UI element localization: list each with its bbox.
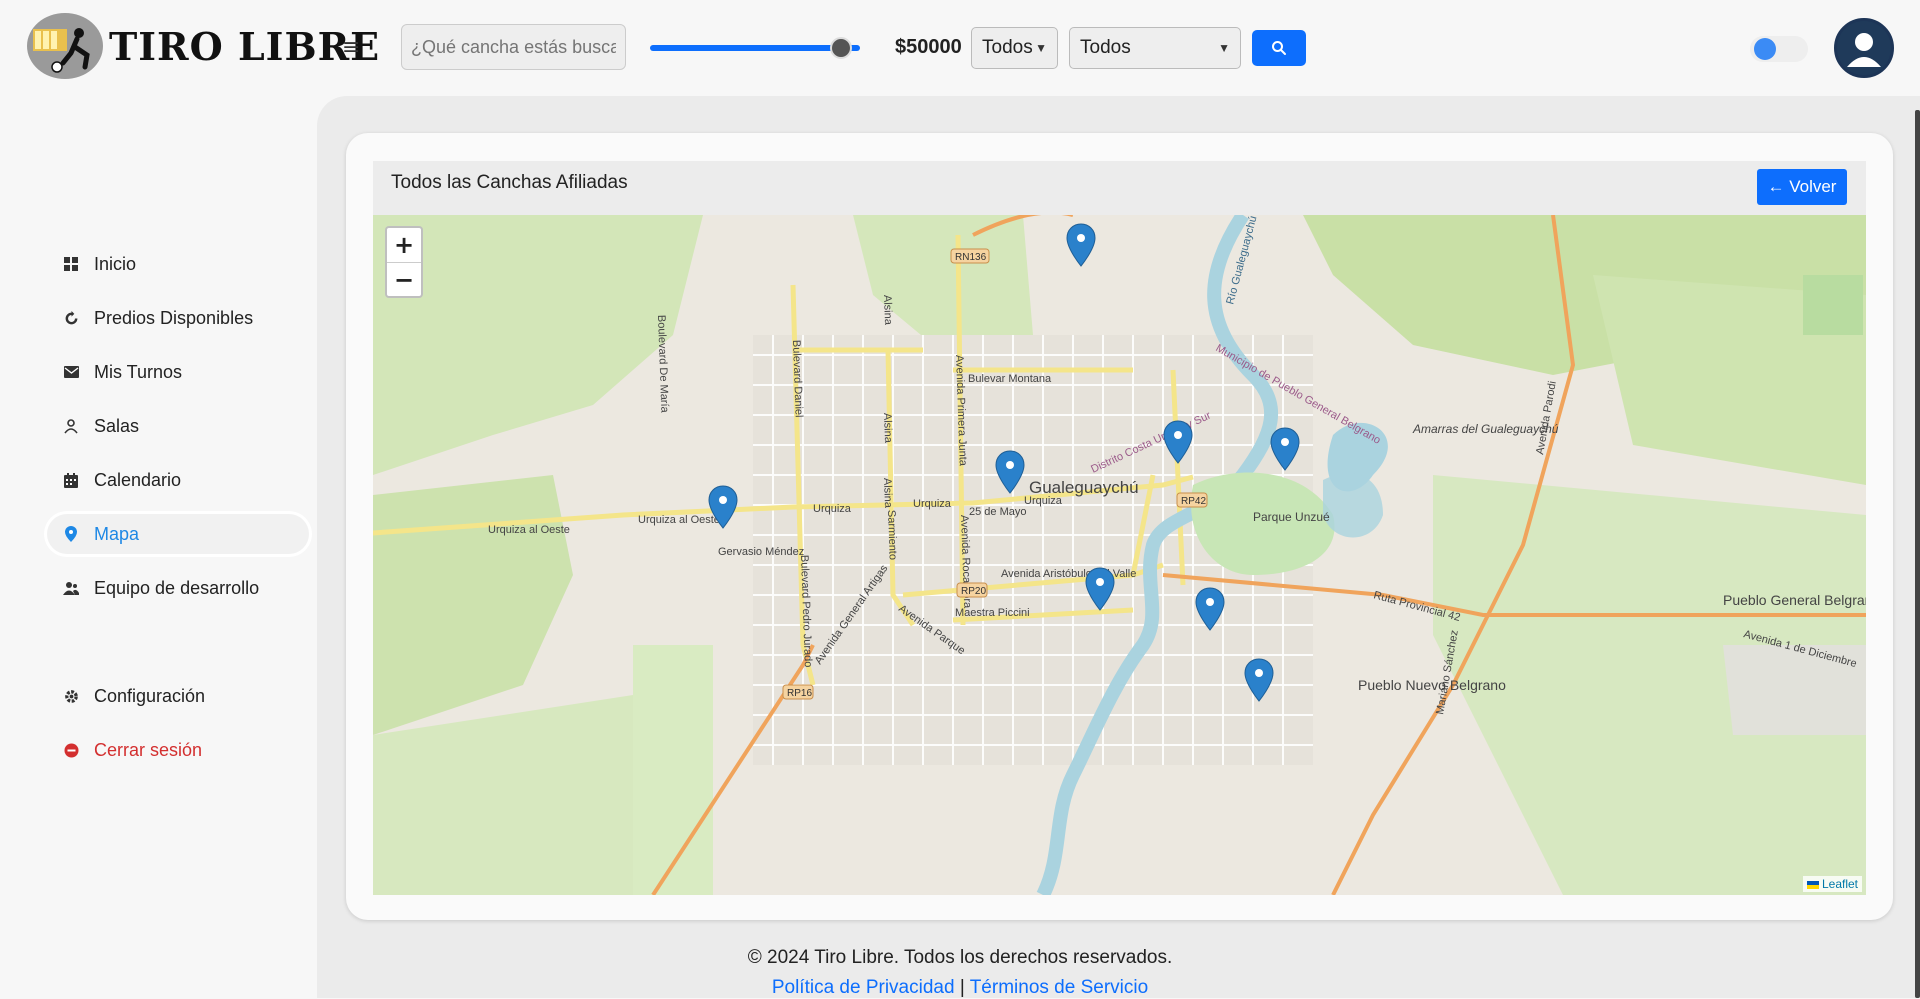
map-label-urquiza-oeste: Urquiza al Oeste — [488, 524, 570, 536]
filter-select-1-value: Todos — [982, 37, 1033, 58]
calendar-icon — [62, 471, 80, 489]
filter-select-2-value: Todos — [1080, 37, 1131, 58]
map-label-alsina: Alsina — [881, 295, 894, 326]
page-scrollbar[interactable] — [1915, 110, 1920, 998]
map-label-maestra-piccini: Maestra Piccini — [955, 607, 1030, 619]
map-label-urquiza-2: Urquiza — [913, 498, 952, 510]
map-shield-rn136: RN136 — [955, 252, 987, 263]
map-marker-icon[interactable] — [1163, 420, 1193, 464]
map-label-alsina-3: Alsina — [881, 478, 894, 509]
price-value: $50000 — [895, 36, 962, 58]
map-label-urquiza: Urquiza — [813, 503, 852, 515]
sidebar-item-label: Mapa — [94, 523, 140, 544]
sidebar-item-label: Salas — [94, 415, 140, 436]
map-label-parque-unzue: Parque Unzué — [1253, 510, 1330, 524]
sidebar-item-logout[interactable]: Cerrar sesión — [44, 727, 312, 773]
sidebar-item-inicio[interactable]: Inicio — [44, 241, 312, 287]
toggle-knob — [1754, 38, 1776, 60]
search-icon — [1272, 41, 1286, 55]
map-marker-icon[interactable] — [1195, 587, 1225, 631]
sidebar-item-label: Mis Turnos — [94, 361, 183, 382]
search-button[interactable] — [1252, 30, 1306, 66]
footer-links: Política de Privacidad | Términos de Ser… — [0, 977, 1920, 999]
map-label-pueblo-general-belgrano: Pueblo General Belgrano — [1723, 592, 1866, 608]
sidebar-item-label: Configuración — [94, 685, 206, 706]
user-avatar[interactable] — [1834, 18, 1894, 78]
logout-icon — [62, 741, 80, 759]
hamburger-menu-icon[interactable]: ≡ — [342, 35, 360, 60]
map-marker-icon[interactable] — [1085, 567, 1115, 611]
logo-emblem — [27, 13, 103, 79]
brand-name: TIRO LIBRE — [109, 23, 381, 69]
map-label-alsina-2: Alsina — [881, 413, 894, 444]
sidebar-item-configuracion[interactable]: Configuración — [44, 673, 312, 719]
sidebar-item-salas[interactable]: Salas — [44, 403, 312, 449]
price-range-slider[interactable] — [650, 37, 860, 59]
map-marker-icon[interactable] — [708, 485, 738, 529]
slider-track — [650, 45, 860, 51]
map-label-bulevar-montana: Bulevar Montana — [968, 373, 1052, 385]
map-label-25-de-mayo: 25 de Mayo — [969, 506, 1026, 518]
map-tiles: Gualeguaychú Bulevar Montana Urquiza al … — [373, 215, 1866, 895]
map-shield-rp42: RP42 — [1181, 496, 1206, 507]
grid-icon — [62, 255, 80, 273]
slider-thumb[interactable] — [830, 37, 853, 59]
brand-logo[interactable]: TIRO LIBRE — [27, 13, 380, 79]
filter-select-2[interactable]: Todos ▼ — [1069, 27, 1241, 69]
filter-select-1[interactable]: Todos ▼ — [971, 27, 1058, 69]
map-attribution[interactable]: Leaflet — [1802, 876, 1862, 892]
map-marker-icon[interactable] — [995, 450, 1025, 494]
terms-link[interactable]: Términos de Servicio — [970, 977, 1148, 998]
map-marker-icon[interactable] — [1244, 658, 1274, 702]
flag-icon — [1806, 880, 1819, 889]
zoom-control: + − — [385, 226, 423, 298]
back-button[interactable]: ← Volver — [1757, 169, 1847, 205]
map-label-sarmiento: Sarmiento — [885, 510, 899, 561]
footer-copyright: © 2024 Tiro Libre. Todos los derechos re… — [747, 947, 1173, 968]
city-map[interactable]: Gualeguaychú Bulevar Montana Urquiza al … — [373, 215, 1866, 895]
attribution-link[interactable]: Leaflet — [1822, 877, 1858, 891]
footer-separator: | — [959, 977, 965, 998]
map-label-gervasio: Gervasio Méndez — [718, 546, 804, 558]
card-title: Todos las Canchas Afiliadas — [391, 172, 628, 193]
chevron-down-icon: ▼ — [1035, 41, 1047, 55]
sidebar-item-calendario[interactable]: Calendario — [44, 457, 312, 503]
team-icon — [62, 579, 80, 597]
top-navbar: TIRO LIBRE ≡ $50000 Todos ▼ Todos ▼ — [0, 0, 1920, 96]
zoom-out-button[interactable]: − — [387, 263, 421, 297]
search-input[interactable] — [401, 24, 626, 70]
refresh-icon — [62, 309, 80, 327]
sidebar-item-label: Predios Disponibles — [94, 307, 254, 328]
map-label-urquiza-3: Urquiza — [1024, 495, 1063, 507]
map-label-aristobulo: Avenida Aristóbulo del Valle — [1001, 568, 1136, 580]
sidebar-item-label: Inicio — [94, 253, 137, 274]
map-shield-rp16: RP16 — [787, 688, 812, 699]
chevron-down-icon: ▼ — [1218, 41, 1230, 55]
privacy-link[interactable]: Política de Privacidad — [772, 977, 955, 998]
theme-toggle[interactable] — [1750, 36, 1808, 62]
map-marker-icon[interactable] — [1066, 223, 1096, 267]
sidebar-item-predios[interactable]: Predios Disponibles — [44, 295, 312, 341]
map-label-pueblo-nuevo-belgrano: Pueblo Nuevo Belgrano — [1358, 677, 1506, 693]
sidebar: Inicio Predios Disponibles Mis Turnos Sa… — [0, 96, 317, 998]
user-icon — [62, 417, 80, 435]
gear-icon — [62, 687, 80, 705]
map-shield-rp20: RP20 — [961, 586, 986, 597]
sidebar-item-label: Cerrar sesión — [94, 739, 203, 760]
sidebar-item-label: Calendario — [94, 469, 182, 490]
sidebar-item-label: Equipo de desarrollo — [94, 577, 260, 598]
sidebar-item-equipo[interactable]: Equipo de desarrollo — [44, 565, 312, 611]
map-pin-icon — [62, 525, 80, 543]
envelope-icon — [62, 363, 80, 381]
sidebar-item-turnos[interactable]: Mis Turnos — [44, 349, 312, 395]
sidebar-item-mapa[interactable]: Mapa — [44, 511, 312, 557]
zoom-in-button[interactable]: + — [387, 228, 421, 263]
map-marker-icon[interactable] — [1270, 427, 1300, 471]
